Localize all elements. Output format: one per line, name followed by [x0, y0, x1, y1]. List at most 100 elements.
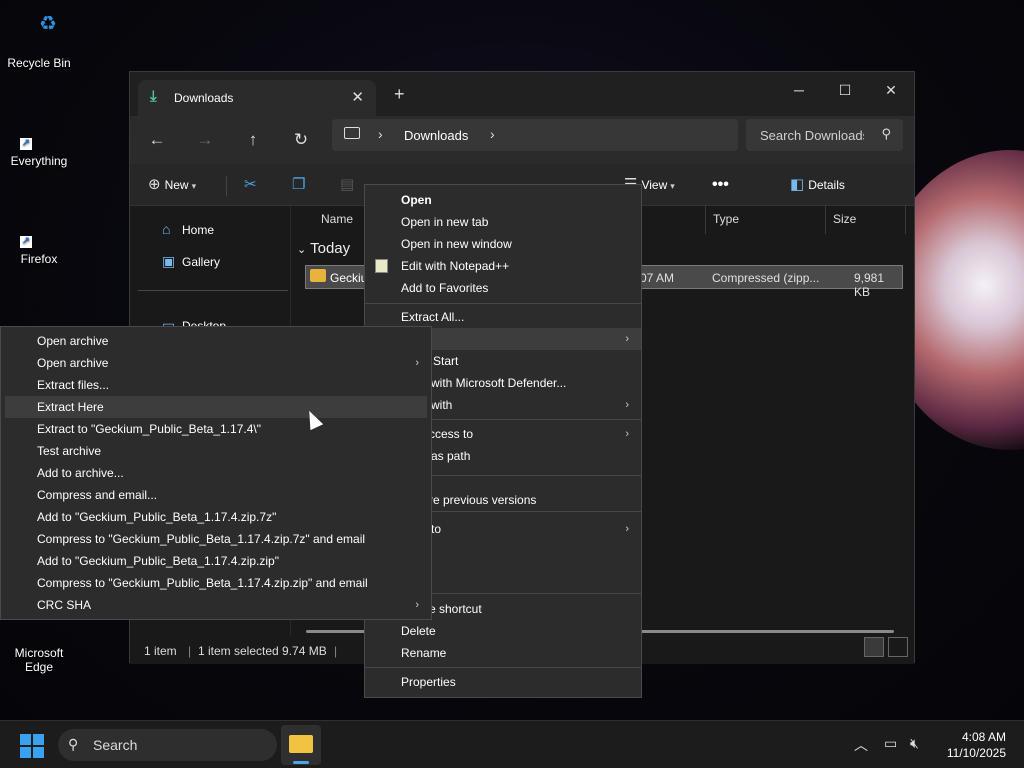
search-icon: ⚲ — [881, 126, 891, 141]
paste-button[interactable]: ▤ — [340, 174, 358, 196]
submenu-item-test-archive[interactable]: Test archive — [1, 440, 431, 462]
chevron-right-icon: › — [625, 428, 629, 440]
clock-time: 4:08 AM — [961, 730, 1006, 744]
home-icon: ⌂ — [162, 221, 171, 237]
details-view-button[interactable] — [864, 637, 884, 657]
desktop-icon-firefox[interactable]: ↗ Firefox — [0, 204, 78, 266]
menu-item-label: ccess to — [429, 427, 474, 441]
recycle-bin-icon — [21, 8, 57, 52]
chevron-right-icon[interactable]: › — [490, 126, 495, 142]
more-options-button[interactable]: ••• — [712, 174, 729, 196]
selection-info: 1 item selected 9.74 MB — [198, 644, 327, 658]
this-pc-icon — [344, 127, 360, 139]
zip-folder-icon — [310, 269, 326, 282]
refresh-button[interactable]: ↻ — [286, 126, 316, 154]
details-pane-icon: ◧ — [790, 176, 805, 193]
desktop-icon-label: Everything — [10, 154, 68, 168]
chevron-right-icon[interactable]: › — [378, 126, 383, 142]
cut-button[interactable]: ✂ — [244, 174, 261, 196]
divider: | — [334, 644, 338, 658]
active-indicator — [293, 761, 309, 764]
menu-item-rename[interactable]: Rename — [365, 642, 641, 664]
submenu-item-add-7z[interactable]: Add to "Geckium_Public_Beta_1.17.4.zip.7… — [1, 506, 431, 528]
search-icon: ⚲ — [68, 736, 79, 752]
forward-button[interactable]: → — [190, 126, 220, 154]
tab-title: Downloads — [174, 91, 234, 105]
start-button[interactable] — [20, 734, 44, 758]
document-shortcut-icon: ↗ — [20, 236, 32, 248]
submenu-item-extract-here[interactable]: Extract Here — [5, 396, 427, 418]
menu-item-label: Edit with Notepad++ — [401, 259, 510, 273]
nav-label: Home — [182, 223, 215, 237]
submenu-item-add-zip[interactable]: Add to "Geckium_Public_Beta_1.17.4.zip.z… — [1, 550, 431, 572]
search-placeholder: Search Downloads — [760, 128, 864, 143]
submenu-item-compress-email[interactable]: Compress and email... — [1, 484, 431, 506]
copy-button[interactable]: ❐ — [292, 174, 309, 196]
taskbar-search[interactable]: ⚲ Search — [58, 729, 277, 761]
column-divider[interactable] — [905, 206, 906, 234]
edge-shortcut-icon — [21, 618, 57, 642]
breadcrumb-downloads[interactable]: Downloads — [404, 128, 468, 143]
nav-item-gallery[interactable]: ▣ Gallery — [162, 250, 220, 272]
maximize-button[interactable]: ☐ — [822, 76, 868, 104]
tiles-view-button[interactable] — [888, 637, 908, 657]
submenu-item-crc-sha[interactable]: CRC SHA › — [1, 594, 431, 616]
menu-item-edit-notepad[interactable]: Edit with Notepad++ — [365, 255, 641, 277]
submenu-item-compress-zip-email[interactable]: Compress to "Geckium_Public_Beta_1.17.4.… — [1, 572, 431, 594]
menu-item-add-favorites[interactable]: Add to Favorites — [365, 277, 641, 299]
nav-item-home[interactable]: ⌂ Home — [162, 218, 214, 240]
tab-bar: ⤓ Downloads ✕ + ─ ☐ ✕ — [130, 72, 914, 116]
minimize-button[interactable]: ─ — [776, 76, 822, 104]
column-header-size[interactable]: Size — [833, 212, 856, 226]
menu-item-delete[interactable]: Delete — [365, 620, 641, 642]
divider — [365, 303, 641, 304]
new-tab-button[interactable]: + — [394, 84, 405, 105]
menu-item-properties[interactable]: Properties — [365, 671, 641, 693]
clock[interactable]: 4:08 AM 11/10/2025 — [947, 729, 1006, 761]
address-bar[interactable]: › Downloads › — [332, 119, 738, 151]
notepad-plus-plus-icon — [375, 259, 388, 273]
clock-date: 11/10/2025 — [946, 746, 1006, 760]
column-divider[interactable] — [705, 206, 706, 234]
group-header-today[interactable]: ⌄ Today — [297, 240, 350, 257]
divider — [226, 176, 227, 196]
tab-downloads[interactable]: ⤓ Downloads ✕ — [138, 80, 376, 116]
volume-muted-icon[interactable]: 🔇︎ — [910, 735, 919, 752]
submenu-item-open-archive-more[interactable]: Open archive › — [1, 352, 431, 374]
back-button[interactable]: ← — [142, 126, 172, 154]
details-button[interactable]: ◧ Details — [790, 174, 845, 196]
item-count: 1 item — [144, 644, 177, 658]
column-divider[interactable] — [825, 206, 826, 234]
menu-item-open[interactable]: Open — [365, 189, 641, 211]
network-icon[interactable]: ▭ — [884, 735, 897, 752]
close-window-button[interactable]: ✕ — [868, 76, 914, 104]
chevron-right-icon: › — [625, 523, 629, 535]
desktop-icon-recycle-bin[interactable]: Recycle Bin — [0, 8, 78, 70]
submenu-item-compress-7z-email[interactable]: Compress to "Geckium_Public_Beta_1.17.4.… — [1, 528, 431, 550]
menu-item-open-new-tab[interactable]: Open in new tab — [365, 211, 641, 233]
menu-item-open-new-window[interactable]: Open in new window — [365, 233, 641, 255]
divider — [138, 290, 288, 291]
column-header-name[interactable]: Name — [321, 212, 353, 226]
taskbar-file-explorer[interactable] — [281, 725, 321, 765]
up-button[interactable]: ↑ — [238, 126, 268, 154]
column-header-type[interactable]: Type — [713, 212, 739, 226]
file-name: Geckiu — [330, 271, 368, 285]
close-tab-icon[interactable]: ✕ — [351, 88, 364, 106]
submenu-item-open-archive[interactable]: Open archive — [1, 330, 431, 352]
taskbar-search-placeholder: Search — [93, 737, 138, 753]
submenu-item-extract-to[interactable]: Extract to "Geckium_Public_Beta_1.17.4\" — [1, 418, 431, 440]
new-button[interactable]: ⊕ New ▾ — [148, 174, 196, 196]
view-label: View — [641, 178, 668, 192]
show-hidden-icons-chevron-icon[interactable]: ︿ — [854, 735, 868, 755]
menu-item-label: Open archive — [37, 356, 109, 370]
desktop-icon-label: Firefox — [20, 252, 58, 266]
desktop-icon-everything[interactable]: ↗ Everything — [0, 106, 78, 168]
search-box[interactable]: Search Downloads ⚲ — [746, 119, 903, 151]
menu-item-extract-all[interactable]: Extract All... — [365, 306, 641, 328]
submenu-item-extract-files[interactable]: Extract files... — [1, 374, 431, 396]
submenu-item-add-to-archive[interactable]: Add to archive... — [1, 462, 431, 484]
file-size: 9,981 KB — [854, 271, 885, 299]
desktop-icon-edge[interactable]: Microsoft Edge — [0, 618, 78, 674]
divider — [365, 667, 641, 668]
